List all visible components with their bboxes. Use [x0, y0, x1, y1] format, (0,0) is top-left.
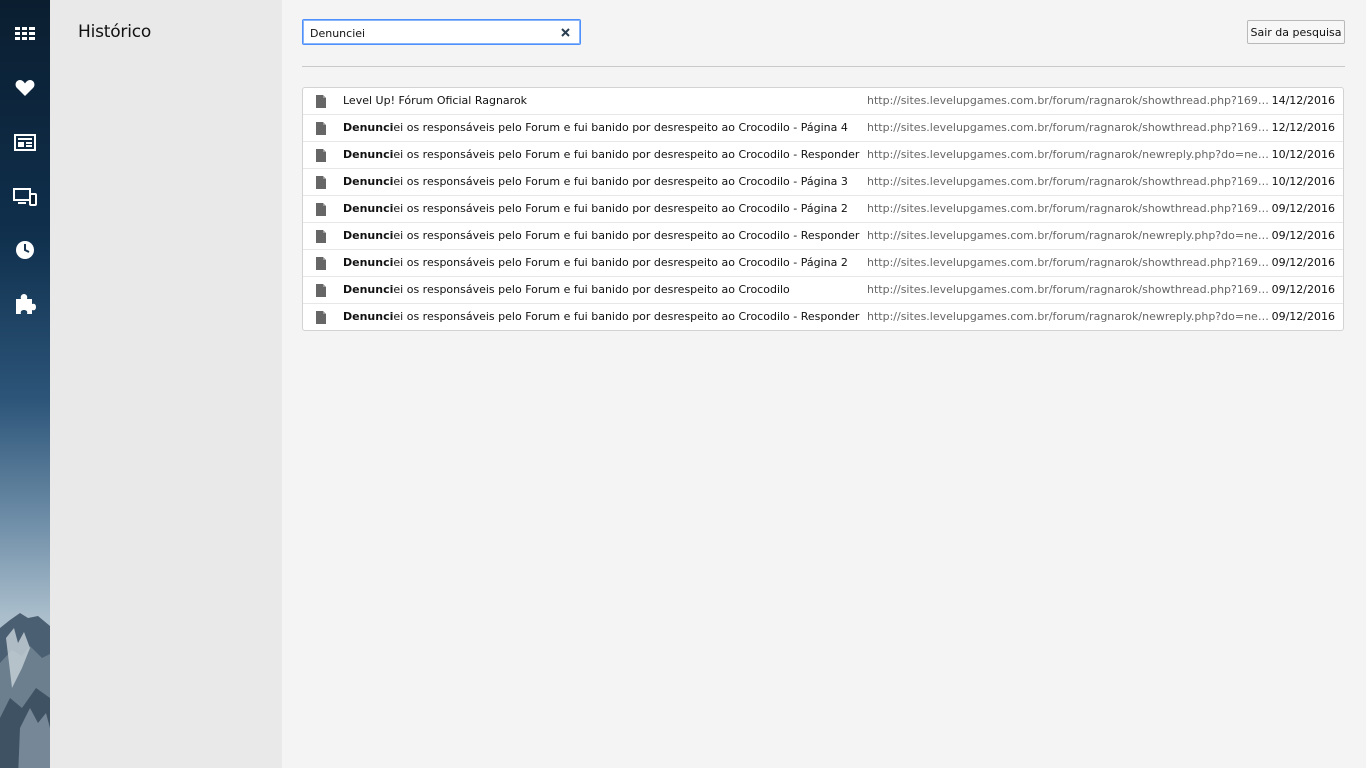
title-rest: ei os responsáveis pelo Forum e fui bani…	[393, 256, 848, 269]
history-row[interactable]: Denunciei os responsáveis pelo Forum e f…	[303, 250, 1343, 277]
history-row-title: Denunciei os responsáveis pelo Forum e f…	[343, 310, 863, 323]
history-row-url: http://sites.levelupgames.com.br/forum/r…	[867, 229, 1269, 242]
url-text: http://sites.levelupgames.com.br/forum/r…	[867, 175, 1269, 188]
history-row-url: http://sites.levelupgames.com.br/forum/r…	[867, 202, 1269, 215]
history-results-list: Level Up! Fórum Oficial Ragnarok http://s…	[302, 87, 1344, 331]
icon-rail	[0, 0, 50, 768]
history-row[interactable]: Denunciei os responsáveis pelo Forum e f…	[303, 169, 1343, 196]
url-text: http://sites.levelupgames.com.br/forum/r…	[867, 256, 1269, 269]
search-input[interactable]	[310, 24, 550, 42]
close-icon	[560, 27, 570, 37]
title-match: Denunci	[343, 229, 394, 242]
history-row-date: 09/12/2016	[1271, 310, 1335, 323]
history-row-title: Denunciei os responsáveis pelo Forum e f…	[343, 202, 863, 215]
history-row-url: http://sites.levelupgames.com.br/forum/r…	[867, 283, 1269, 296]
title-rest: ei os responsáveis pelo Forum e fui bani…	[393, 175, 848, 188]
document-icon	[316, 176, 326, 189]
history-row-title: Denunciei os responsáveis pelo Forum e f…	[343, 283, 863, 296]
exit-search-button[interactable]: Sair da pesquisa	[1247, 20, 1345, 44]
title-match: Denunci	[343, 283, 394, 296]
divider	[302, 66, 1345, 67]
url-text: http://sites.levelupgames.com.br/forum/r…	[867, 283, 1269, 296]
history-row-url: http://sites.levelupgames.com.br/forum/r…	[867, 94, 1269, 107]
title-rest: ei os responsáveis pelo Forum e fui bani…	[393, 229, 863, 242]
history-row-title: Denunciei os responsáveis pelo Forum e f…	[343, 175, 863, 188]
history-row-title: Denunciei os responsáveis pelo Forum e f…	[343, 256, 863, 269]
history-row[interactable]: Denunciei os responsáveis pelo Forum e f…	[303, 142, 1343, 169]
history-row[interactable]: Denunciei os responsáveis pelo Forum e f…	[303, 115, 1343, 142]
history-row[interactable]: Denunciei os responsáveis pelo Forum e f…	[303, 277, 1343, 304]
extensions-puzzle-icon[interactable]	[0, 284, 50, 324]
title-rest: ei os responsáveis pelo Forum e fui bani…	[393, 148, 863, 161]
url-text: http://sites.levelupgames.com.br/forum/r…	[867, 310, 1269, 323]
document-icon	[316, 257, 326, 270]
document-icon	[316, 284, 326, 297]
history-row-url: http://sites.levelupgames.com.br/forum/r…	[867, 310, 1269, 323]
history-row-title: Level Up! Fórum Oficial Ragnarok	[343, 94, 863, 107]
history-row[interactable]: Level Up! Fórum Oficial Ragnarok http://s…	[303, 88, 1343, 115]
url-text: http://sites.levelupgames.com.br/forum/r…	[867, 229, 1269, 242]
document-icon	[316, 95, 326, 108]
bookmarks-heart-icon[interactable]	[0, 68, 50, 108]
title-rest: ei os responsáveis pelo Forum e fui bani…	[393, 202, 848, 215]
history-row-url: http://sites.levelupgames.com.br/forum/r…	[867, 148, 1269, 161]
history-row[interactable]: Denunciei os responsáveis pelo Forum e f…	[303, 304, 1343, 331]
title-match: Denunci	[343, 175, 394, 188]
url-text: http://sites.levelupgames.com.br/forum/r…	[867, 148, 1269, 161]
history-row-date: 14/12/2016	[1271, 94, 1335, 107]
history-row-date: 10/12/2016	[1271, 148, 1335, 161]
history-row[interactable]: Denunciei os responsáveis pelo Forum e f…	[303, 223, 1343, 250]
url-text: http://sites.levelupgames.com.br/forum/r…	[867, 121, 1269, 134]
url-text: http://sites.levelupgames.com.br/forum/r…	[867, 202, 1269, 215]
history-row-url: http://sites.levelupgames.com.br/forum/r…	[867, 121, 1269, 134]
mountain-background	[0, 613, 50, 768]
document-icon	[316, 230, 326, 243]
page-title: Histórico	[78, 22, 152, 42]
history-row-date: 12/12/2016	[1271, 121, 1335, 134]
title-match: Denunci	[343, 256, 394, 269]
title-rest: Level Up! Fórum Oficial Ragnarok	[343, 94, 528, 107]
title-match: Denunci	[343, 121, 394, 134]
devices-icon[interactable]	[0, 177, 50, 217]
document-icon	[316, 203, 326, 216]
history-row-date: 09/12/2016	[1271, 202, 1335, 215]
title-rest: ei os responsáveis pelo Forum e fui bani…	[393, 283, 790, 296]
title-rest: ei os responsáveis pelo Forum e fui bani…	[393, 121, 848, 134]
history-row-title: Denunciei os responsáveis pelo Forum e f…	[343, 148, 863, 161]
history-row-url: http://sites.levelupgames.com.br/forum/r…	[867, 256, 1269, 269]
title-rest: ei os responsáveis pelo Forum e fui bani…	[393, 310, 863, 323]
speed-dial-icon[interactable]	[0, 14, 50, 54]
title-match: Denunci	[343, 310, 394, 323]
title-match: Denunci	[343, 148, 394, 161]
search-field[interactable]	[302, 19, 581, 45]
history-clock-icon[interactable]	[0, 230, 50, 270]
document-icon	[316, 311, 326, 324]
history-sidebar: Histórico	[50, 0, 282, 768]
title-match: Denunci	[343, 202, 394, 215]
history-row-url: http://sites.levelupgames.com.br/forum/r…	[867, 175, 1269, 188]
history-row-date: 09/12/2016	[1271, 256, 1335, 269]
history-row-title: Denunciei os responsáveis pelo Forum e f…	[343, 121, 863, 134]
history-row-title: Denunciei os responsáveis pelo Forum e f…	[343, 229, 863, 242]
history-row[interactable]: Denunciei os responsáveis pelo Forum e f…	[303, 196, 1343, 223]
history-row-date: 09/12/2016	[1271, 283, 1335, 296]
document-icon	[316, 122, 326, 135]
news-icon[interactable]	[0, 122, 50, 162]
url-text: http://sites.levelupgames.com.br/forum/r…	[867, 94, 1269, 107]
history-row-date: 09/12/2016	[1271, 229, 1335, 242]
history-row-date: 10/12/2016	[1271, 175, 1335, 188]
document-icon	[316, 149, 326, 162]
clear-search-button[interactable]	[558, 25, 572, 39]
